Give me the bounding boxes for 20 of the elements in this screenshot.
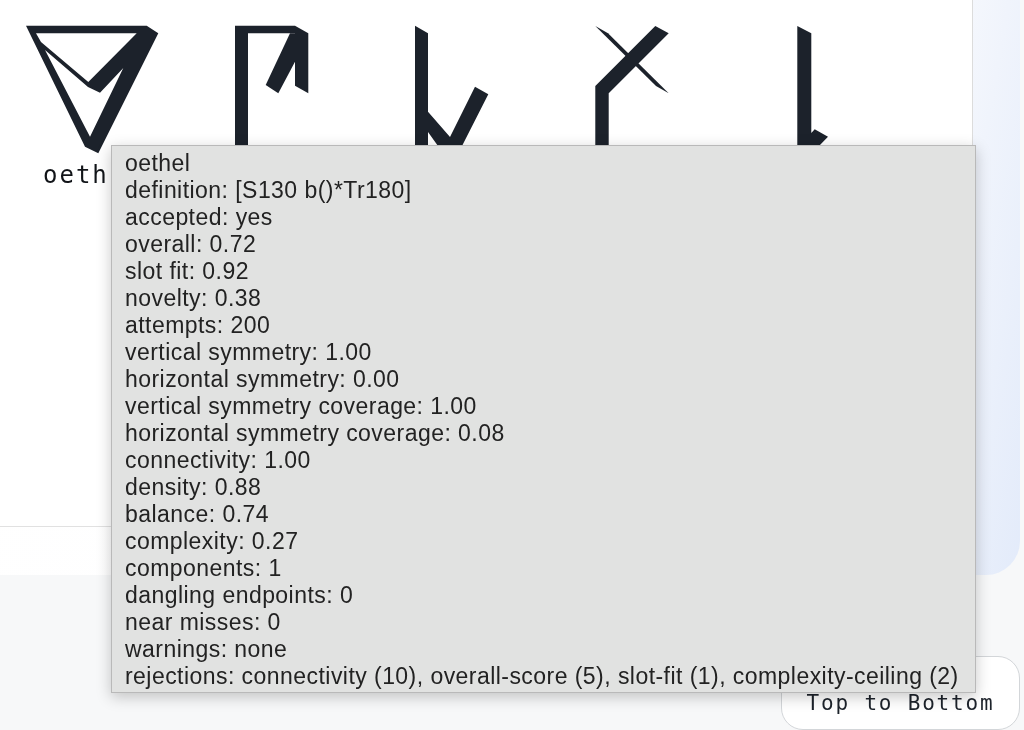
- tooltip-line: components: 1: [125, 555, 282, 582]
- glyph-label: oeth: [43, 161, 109, 190]
- tooltip-line: overall: 0.72: [125, 231, 257, 258]
- tooltip-line: vertical symmetry coverage: 1.00: [125, 393, 477, 420]
- tooltip-line: warnings: none: [125, 636, 288, 663]
- tooltip-line: horizontal symmetry: 0.00: [125, 366, 400, 393]
- tooltip-line: horizontal symmetry coverage: 0.08: [125, 420, 505, 447]
- tooltip-line: definition: [S130 b()*Tr180]: [125, 177, 412, 204]
- tooltip-line: connectivity: 1.00: [125, 447, 311, 474]
- tooltip-line: dangling endpoints: 0: [125, 582, 354, 609]
- tooltip-title: oethel: [125, 150, 191, 177]
- tooltip-line: attempts: 200: [125, 312, 271, 339]
- tooltip-line: near misses: 0: [125, 609, 281, 636]
- tooltip-line: density: 0.88: [125, 474, 262, 501]
- tooltip-line: vertical symmetry: 1.00: [125, 339, 372, 366]
- tooltip-line: balance: 0.74: [125, 501, 269, 528]
- tooltip-line: accepted: yes: [125, 204, 273, 231]
- tooltip-line: slot fit: 0.92: [125, 258, 249, 285]
- tooltip-line: novelty: 0.38: [125, 285, 262, 312]
- tooltip-line: complexity: 0.27: [125, 528, 299, 555]
